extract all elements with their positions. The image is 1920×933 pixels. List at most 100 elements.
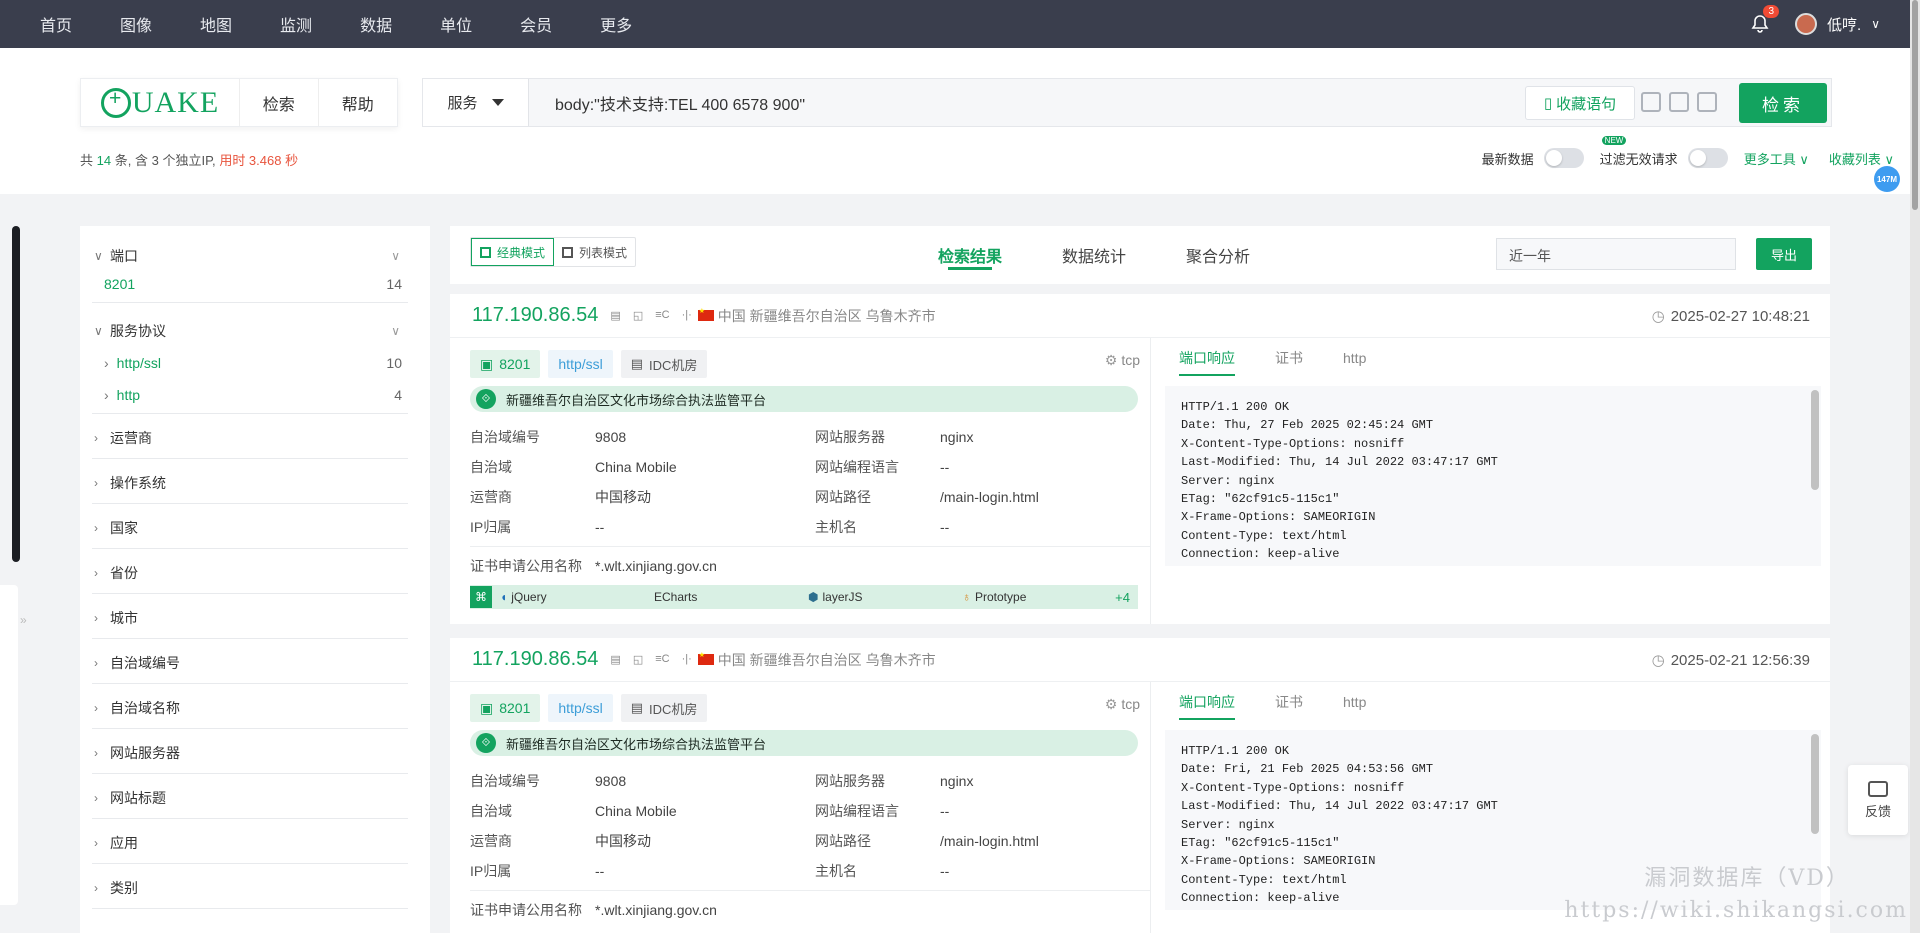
tab-search-results[interactable]: 检索结果 — [908, 226, 1032, 284]
facet-web-server[interactable]: › 网站服务器 — [92, 729, 408, 774]
facet-port-header[interactable]: ∨ 端口 ∨ — [92, 246, 408, 266]
tech-more-link[interactable]: +4 — [1115, 590, 1138, 605]
kv-key: 网站路径 — [815, 489, 871, 505]
bell-icon[interactable]: 3 — [1749, 5, 1780, 35]
facet-port-item[interactable]: 8201 14 — [92, 266, 408, 294]
kv-key: 自治域编号 — [470, 773, 540, 789]
scan-icon[interactable] — [1641, 92, 1661, 112]
site-title-bar[interactable]: ⟐ 新疆维吾尔自治区文化市场综合执法监管平台 — [470, 730, 1138, 756]
fav-list-dropdown[interactable]: 收藏列表 ∨ — [1829, 149, 1894, 168]
tab-certificate[interactable]: 证书 — [1275, 692, 1303, 712]
facet-protocol-item[interactable]: http/ssl 10 — [92, 341, 408, 373]
facet-protocol-header[interactable]: ∨ 服务协议 ∨ — [92, 313, 408, 341]
tech-item[interactable]: ECharts — [646, 590, 800, 604]
tech-item[interactable]: ◖ jQuery — [492, 590, 646, 604]
port-tag[interactable]: ▣ 8201 — [470, 694, 541, 722]
facet-province[interactable]: › 省份 — [92, 549, 408, 594]
result-ip-link[interactable]: 117.190.86.54 — [472, 648, 598, 671]
latest-data-toggle[interactable] — [1543, 148, 1584, 168]
feedback-button[interactable]: 反馈 — [1848, 765, 1908, 835]
quake-logo[interactable]: UAKE — [81, 79, 240, 126]
nav-home[interactable]: 首页 — [0, 12, 96, 36]
nav-unit[interactable]: 单位 — [416, 12, 496, 36]
avatar[interactable] — [1795, 13, 1818, 35]
location-text: 中国 新疆维吾尔自治区 乌鲁木齐市 — [717, 651, 936, 668]
nav-more[interactable]: 更多 — [576, 12, 656, 36]
tech-item[interactable]: ♁ Prototype — [954, 590, 1108, 604]
service-select-label: 服务 — [447, 95, 478, 112]
site-title-bar[interactable]: ⟐ 新疆维吾尔自治区文化市场综合执法监管平台 — [470, 386, 1138, 412]
tab-port-response[interactable]: 端口响应 — [1179, 692, 1235, 720]
tab-aggregation[interactable]: 聚合分析 — [1156, 226, 1280, 284]
nav-data[interactable]: 数据 — [336, 12, 416, 36]
screenshot-icon[interactable]: ◱ — [633, 653, 643, 666]
protocol-tag[interactable]: http/ssl — [548, 694, 613, 722]
search-link[interactable]: 检索 — [240, 79, 319, 126]
facet-title: 类别 — [110, 880, 138, 896]
port-tag[interactable]: ▣ 8201 — [470, 350, 541, 378]
username[interactable]: 低哼. — [1827, 14, 1861, 35]
facet-asn[interactable]: › 自治域编号 — [92, 639, 408, 684]
more-tools-dropdown[interactable]: 更多工具 ∨ — [1744, 149, 1809, 168]
export-button[interactable]: 导出 — [1756, 238, 1812, 270]
facet-category[interactable]: › 类别 — [92, 864, 408, 909]
facet-isp[interactable]: › 运营商 — [92, 414, 408, 459]
classic-mode-button[interactable]: 经典模式 — [471, 238, 555, 266]
result-card-header: 117.190.86.54 ▤◱≡C·|· 中国 新疆维吾尔自治区 乌鲁木齐市 … — [450, 294, 1830, 338]
memory-badge[interactable]: 147M — [1874, 166, 1900, 192]
ai-icon[interactable] — [1697, 92, 1717, 112]
response-scrollbar[interactable] — [1811, 734, 1819, 834]
expand-icon[interactable]: » — [20, 613, 27, 627]
result-ip-link[interactable]: 117.190.86.54 — [472, 304, 598, 327]
save-query-button[interactable]: ▯ 收藏语句 — [1525, 86, 1635, 120]
tab-data-stats[interactable]: 数据统计 — [1032, 226, 1156, 284]
screenshot-icon[interactable]: ◱ — [633, 309, 643, 322]
logo-box: UAKE 检索 帮助 — [80, 78, 398, 127]
document-icon[interactable]: ▤ — [610, 309, 620, 322]
facet-protocol-item[interactable]: http 4 — [92, 373, 408, 405]
collapse-panel[interactable]: » — [0, 585, 27, 905]
signal-icon[interactable]: ·|· — [682, 653, 692, 666]
facet-web-title[interactable]: › 网站标题 — [92, 774, 408, 819]
bookmark-icon: ▯ — [1543, 95, 1553, 112]
facet-os[interactable]: › 操作系统 — [92, 459, 408, 504]
kv-value: -- — [940, 863, 950, 879]
facet-app[interactable]: › 应用 — [92, 819, 408, 864]
tab-http[interactable]: http — [1343, 694, 1366, 710]
tab-port-response[interactable]: 端口响应 — [1179, 348, 1235, 376]
tab-http[interactable]: http — [1343, 350, 1366, 366]
page-scrollbar-thumb[interactable] — [1912, 0, 1918, 210]
result-stats: 共 14 条, 含 3 个独立IP, 用时 3.468 秒 — [80, 150, 298, 169]
nav-monitor[interactable]: 监测 — [256, 12, 336, 36]
signal-icon[interactable]: ·|· — [682, 309, 692, 322]
nav-member[interactable]: 会员 — [496, 12, 576, 36]
stats-ip-count: 3 — [151, 153, 159, 168]
tech-item[interactable]: ⬢ layerJS — [800, 590, 954, 604]
facet-country[interactable]: › 国家 — [92, 504, 408, 549]
protocol-tag[interactable]: http/ssl — [548, 350, 613, 378]
filter-invalid-toggle[interactable] — [1687, 148, 1728, 168]
help-link[interactable]: 帮助 — [319, 79, 398, 126]
service-select[interactable]: 服务 — [423, 79, 529, 126]
cert-row: 证书申请公用名称 *.wlt.xinjiang.gov.cn — [470, 547, 1150, 585]
caret-down-icon — [491, 99, 504, 106]
list-mode-button[interactable]: 列表模式 — [554, 238, 635, 266]
cert-icon[interactable]: ≡C — [655, 653, 669, 666]
cert-icon[interactable]: ≡C — [655, 309, 669, 322]
classic-mode-label: 经典模式 — [497, 245, 546, 260]
nav-map[interactable]: 地图 — [176, 12, 256, 36]
page-scrollbar[interactable] — [1910, 0, 1920, 933]
tab-certificate[interactable]: 证书 — [1275, 348, 1303, 368]
search-button[interactable]: 检索 — [1739, 83, 1827, 123]
facet-city[interactable]: › 城市 — [92, 594, 408, 639]
facet-title: 省份 — [110, 565, 138, 581]
document-icon[interactable]: ▤ — [610, 653, 620, 666]
nav-image[interactable]: 图像 — [96, 12, 176, 36]
cert-value: *.wlt.xinjiang.gov.cn — [595, 558, 717, 574]
chevron-down-icon[interactable]: ∨ — [1871, 17, 1880, 31]
response-scrollbar[interactable] — [1811, 390, 1819, 490]
image-search-icon[interactable] — [1669, 92, 1689, 112]
search-input[interactable]: body:"技术支持:TEL 400 6578 900" — [529, 91, 1831, 115]
facet-as-name[interactable]: › 自治域名称 — [92, 684, 408, 729]
date-range-select[interactable]: 近一年 — [1496, 238, 1736, 270]
